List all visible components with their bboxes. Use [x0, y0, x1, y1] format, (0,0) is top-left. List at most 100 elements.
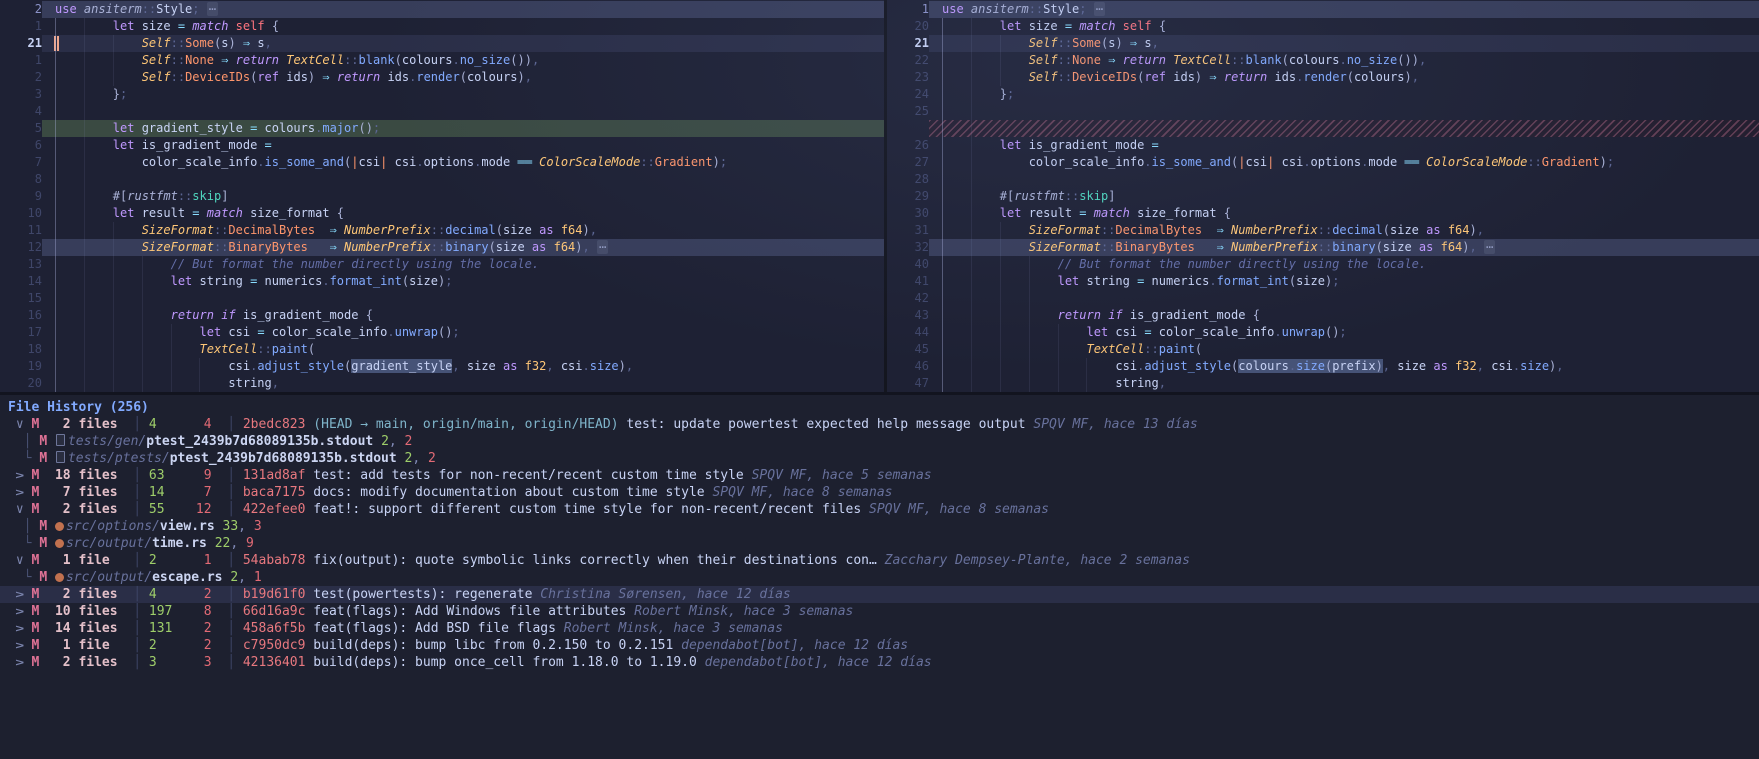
- text-segment: let: [113, 138, 135, 152]
- code-line[interactable]: 8: [0, 171, 884, 188]
- text-segment: 2: [204, 638, 212, 653]
- text-segment: [39, 655, 55, 670]
- code-line[interactable]: 19 csi.adjust_style(gradient_style, size…: [0, 358, 884, 375]
- text-segment: ::: [1318, 240, 1332, 254]
- text-segment: [55, 121, 113, 135]
- code-line[interactable]: 16 return if is_gradient_mode {: [0, 307, 884, 324]
- code-line[interactable]: 32 SizeFormat::BinaryBytes ⇒ NumberPrefi…: [887, 239, 1759, 256]
- code-line[interactable]: 20 let size = match self {: [887, 18, 1759, 35]
- code-line[interactable]: 21 Self::Some(s) ⇒ s,: [0, 35, 884, 52]
- commit-row[interactable]: ∨ M 10 files │ 197 8 │ 66d16a9c feat(fla…: [0, 603, 1759, 620]
- old-version-pane[interactable]: 2use ansiterm::Style; ⋯1 let size = matc…: [0, 0, 884, 392]
- text-segment: │: [133, 553, 141, 568]
- commit-row[interactable]: ∨ M 2 files │ 4 4 │ 2bedc823 (HEAD → mai…: [0, 416, 1759, 433]
- expand-icon[interactable]: ∨: [11, 489, 28, 497]
- code-line[interactable]: 25: [887, 103, 1759, 120]
- expand-icon[interactable]: ∨: [11, 472, 28, 480]
- text-segment: .: [1144, 155, 1151, 169]
- expand-icon[interactable]: ∨: [11, 591, 28, 599]
- file-row[interactable]: └ M src/output/time.rs 22, 9: [0, 535, 1759, 552]
- code-line[interactable]: 4: [0, 103, 884, 120]
- code-line[interactable]: 30 let result = match size_format {: [887, 205, 1759, 222]
- code-line[interactable]: 2use ansiterm::Style; ⋯: [0, 1, 884, 18]
- code-line[interactable]: 11 SizeFormat::DecimalBytes ⇒ NumberPref…: [0, 222, 884, 239]
- expand-icon[interactable]: ∨: [11, 608, 28, 616]
- collapse-icon[interactable]: ∨: [16, 502, 24, 517]
- code-line[interactable]: 44 let csi = color_scale_info.unwrap();: [887, 324, 1759, 341]
- code-line[interactable]: 6 let is_gradient_mode =: [0, 137, 884, 154]
- text-segment: [942, 87, 1000, 101]
- code-line[interactable]: [887, 120, 1759, 137]
- code-line[interactable]: 31 SizeFormat::DecimalBytes ⇒ NumberPref…: [887, 222, 1759, 239]
- code-line[interactable]: 43 return if is_gradient_mode {: [887, 307, 1759, 324]
- text-segment: │: [133, 417, 141, 432]
- code-line[interactable]: 27 color_scale_info.is_some_and(|csi| cs…: [887, 154, 1759, 171]
- line-content: #[rustfmt::skip]: [929, 188, 1759, 205]
- code-line[interactable]: 47 string,: [887, 375, 1759, 392]
- code-line[interactable]: 23 Self::DeviceIDs(ref ids) ⇒ return ids…: [887, 69, 1759, 86]
- code-line[interactable]: 3 };: [0, 86, 884, 103]
- code-line[interactable]: 12 SizeFormat::BinaryBytes ⇒ NumberPrefi…: [0, 239, 884, 256]
- code-line[interactable]: 24 };: [887, 86, 1759, 103]
- code-line[interactable]: 18 TextCell::paint(: [0, 341, 884, 358]
- code-line[interactable]: 28: [887, 171, 1759, 188]
- code-line[interactable]: 26 let is_gradient_mode =: [887, 137, 1759, 154]
- collapse-icon[interactable]: ∨: [16, 553, 24, 568]
- code-line[interactable]: 7 color_scale_info.is_some_and(|csi| csi…: [0, 154, 884, 171]
- code-line[interactable]: 42: [887, 290, 1759, 307]
- code-line[interactable]: 10 let result = match size_format {: [0, 205, 884, 222]
- code-line[interactable]: 22 Self::None ⇒ return TextCell::blank(c…: [887, 52, 1759, 69]
- expand-icon[interactable]: ∨: [11, 642, 28, 650]
- text-segment: .: [1289, 359, 1296, 373]
- text-segment: SizeFormat: [142, 240, 214, 254]
- code-line[interactable]: 1 let size = match self {: [0, 18, 884, 35]
- file-row[interactable]: │ M tests/gen/ptest_2439b7d68089135b.std…: [0, 433, 1759, 450]
- expand-icon[interactable]: ∨: [11, 659, 28, 667]
- code-line[interactable]: 5 let gradient_style = colours.major();: [0, 120, 884, 137]
- commit-row[interactable]: ∨ M 2 files │ 3 3 │ 42136401 build(deps)…: [0, 654, 1759, 671]
- code-line[interactable]: 21 Self::Some(s) ⇒ s,: [887, 35, 1759, 52]
- code-line[interactable]: 2 Self::DeviceIDs(ref ids) ⇒ return ids.…: [0, 69, 884, 86]
- text-segment: ;: [373, 121, 380, 135]
- text-segment: major: [322, 121, 358, 135]
- text-segment: csi: [554, 359, 583, 373]
- line-number: 4: [0, 103, 42, 120]
- code-line[interactable]: 14 let string = numerics.format_int(size…: [0, 273, 884, 290]
- code-line[interactable]: 45 TextCell::paint(: [887, 341, 1759, 358]
- code-line[interactable]: 40 // But format the number directly usi…: [887, 256, 1759, 273]
- commit-row[interactable]: ∨ M 2 files │ 55 12 │ 422efee0 feat!: su…: [0, 501, 1759, 518]
- text-segment: ,: [1470, 240, 1477, 254]
- code-line[interactable]: 13 // But format the number directly usi…: [0, 256, 884, 273]
- text-segment: ): [518, 70, 525, 84]
- file-row[interactable]: │ M src/options/view.rs 33, 3: [0, 518, 1759, 535]
- new-version-pane[interactable]: 1use ansiterm::Style; ⋯20 let size = mat…: [887, 0, 1759, 392]
- commit-row[interactable]: ∨ M 18 files │ 63 9 │ 131ad8af test: add…: [0, 467, 1759, 484]
- text-segment: f64: [554, 240, 576, 254]
- code-line[interactable]: 17 let csi = color_scale_info.unwrap();: [0, 324, 884, 341]
- code-line[interactable]: 1use ansiterm::Style; ⋯: [887, 1, 1759, 18]
- expand-icon[interactable]: ∨: [11, 625, 28, 633]
- text-segment: Robert Minsk, hace 3 semanas: [564, 621, 783, 636]
- code-line[interactable]: 9 #[rustfmt::skip]: [0, 188, 884, 205]
- commit-row[interactable]: ∨ M 1 file │ 2 1 │ 54abab78 fix(output):…: [0, 552, 1759, 569]
- code-line[interactable]: 46 csi.adjust_style(colours.size(prefix)…: [887, 358, 1759, 375]
- line-number: 13: [0, 256, 42, 273]
- collapse-icon[interactable]: ∨: [16, 417, 24, 432]
- code-line[interactable]: 41 let string = numerics.format_int(size…: [887, 273, 1759, 290]
- code-line[interactable]: 29 #[rustfmt::skip]: [887, 188, 1759, 205]
- text-segment: ids: [1267, 70, 1296, 84]
- file-row[interactable]: └ M src/output/escape.rs 2, 1: [0, 569, 1759, 586]
- text-segment: │: [133, 485, 141, 500]
- commit-row[interactable]: ∨ M 1 file │ 2 2 │ c7950dc9 build(deps):…: [0, 637, 1759, 654]
- code-line[interactable]: 1 Self::None ⇒ return TextCell::blank(co…: [0, 52, 884, 69]
- file-row[interactable]: └ M tests/ptests/ptest_2439b7d68089135b.…: [0, 450, 1759, 467]
- code-line[interactable]: 15: [0, 290, 884, 307]
- commit-row[interactable]: ∨ M 2 files │ 4 2 │ b19d61f0 test(powert…: [0, 586, 1759, 603]
- text-segment: 4: [149, 587, 204, 602]
- text-segment: build(deps): bump libc from 0.2.150 to 0…: [313, 638, 673, 653]
- code-line[interactable]: 20 string,: [0, 375, 884, 392]
- text-segment: 33: [223, 519, 239, 534]
- text-segment: colours: [1289, 53, 1340, 67]
- commit-row[interactable]: ∨ M 14 files │ 131 2 │ 458a6f5b feat(fla…: [0, 620, 1759, 637]
- commit-row[interactable]: ∨ M 7 files │ 14 7 │ baca7175 docs: modi…: [0, 484, 1759, 501]
